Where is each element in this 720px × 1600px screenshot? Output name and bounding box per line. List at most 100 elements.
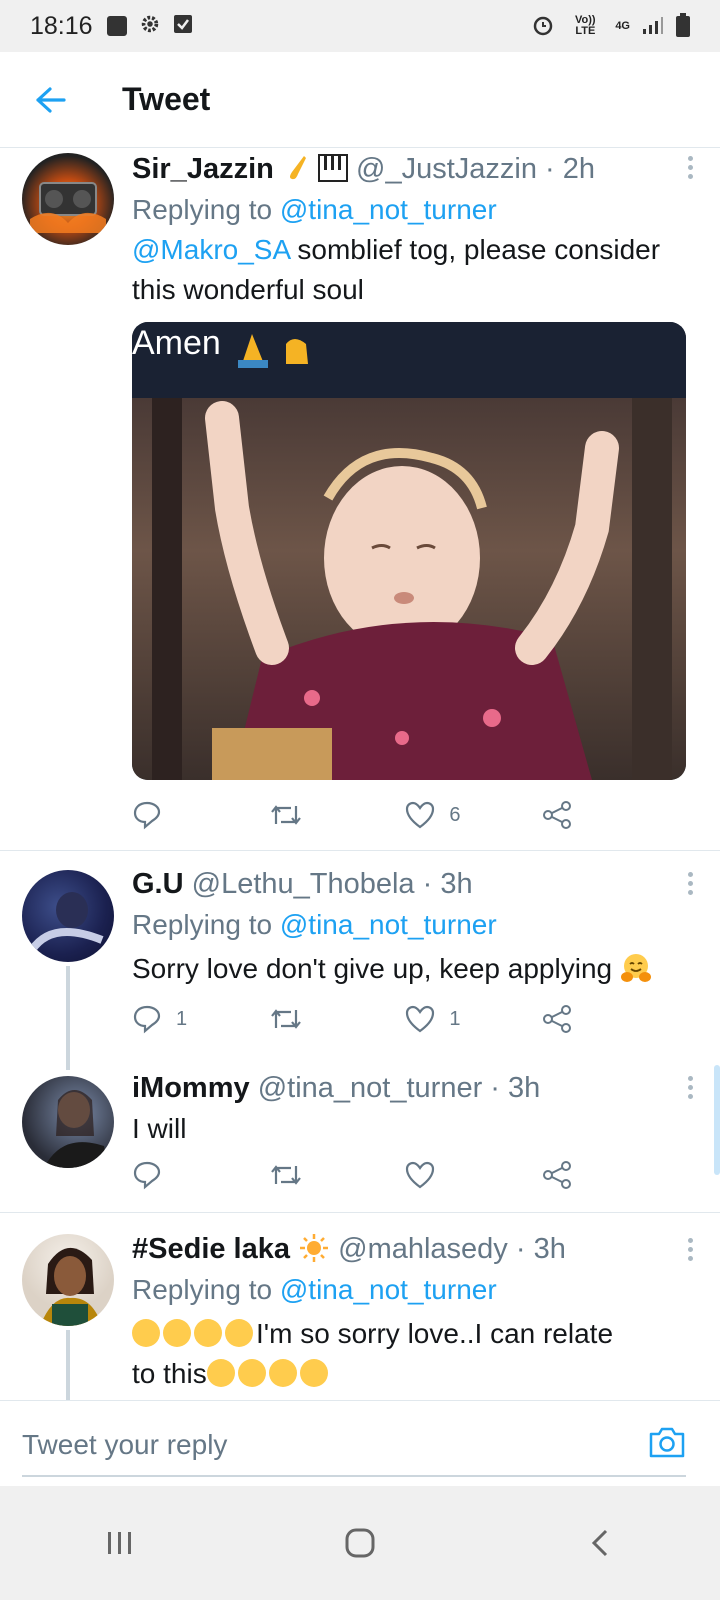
author-name[interactable]: #Sedie laka [132, 1233, 290, 1265]
author-name[interactable]: Sir_Jazzin [132, 153, 274, 185]
pensive-emoji-icon [299, 1359, 328, 1387]
gallery-notification-icon [106, 16, 127, 36]
tweet-text: Sorry love don't give up, keep applying [132, 949, 692, 989]
status-bar: 18:16 Vo)) LTE 4G [0, 0, 720, 52]
share-button[interactable] [542, 1004, 602, 1034]
back-arrow-icon [36, 86, 66, 113]
reply-composer[interactable]: Tweet your reply [0, 1400, 720, 1487]
tweet-text-line2: to this [132, 1358, 207, 1389]
reply-icon [133, 1161, 161, 1190]
baby-photo [152, 398, 672, 780]
avatar[interactable] [22, 870, 114, 962]
reply-icon [133, 801, 161, 830]
network-type-label: 4G [615, 20, 630, 32]
share-button[interactable] [542, 1160, 602, 1190]
camera-icon[interactable] [648, 1425, 686, 1464]
retweet-icon [270, 1165, 301, 1185]
chevron-left-icon [591, 1529, 608, 1557]
retweet-icon [270, 1009, 301, 1029]
replying-prefix: Replying to [132, 194, 273, 225]
tweet-time: · 2h [545, 153, 596, 185]
replying-prefix: Replying to [132, 1274, 273, 1305]
share-icon [542, 1005, 571, 1033]
like-button[interactable]: 6 [405, 801, 465, 829]
author-handle[interactable]: @tina_not_turner [258, 1072, 483, 1104]
tweet-media-image[interactable]: Amen [132, 322, 686, 780]
back-button[interactable] [28, 78, 72, 122]
home-button[interactable] [330, 1513, 390, 1573]
hugging-face-emoji-icon [620, 952, 652, 984]
tweet-item[interactable]: iMommy @tina_not_turner · 3h I will [0, 1062, 720, 1212]
tweet-item[interactable]: Sir_Jazzin @_JustJazzin · 2h Replying to… [0, 148, 720, 850]
scroll-indicator[interactable] [714, 1065, 720, 1175]
share-icon [542, 1161, 571, 1189]
more-options-button[interactable] [686, 872, 694, 895]
tweet-time: · 3h [515, 1233, 566, 1265]
retweet-button[interactable] [269, 800, 329, 830]
author-name[interactable]: G.U [132, 868, 184, 900]
tweet-time: · 3h [490, 1072, 541, 1104]
tweet-text: @Makro_SA somblief tog, please consider … [132, 230, 692, 310]
reply-button[interactable] [132, 1160, 192, 1190]
praying-hands-emoji-icon [234, 330, 330, 375]
alarm-icon [531, 13, 555, 40]
avatar[interactable] [22, 1076, 114, 1168]
like-button[interactable] [405, 1161, 465, 1189]
author-handle[interactable]: @Lethu_Thobela [192, 868, 415, 900]
pensive-emoji-icon [268, 1359, 297, 1387]
battery-icon [676, 12, 690, 40]
more-options-button[interactable] [686, 156, 694, 179]
reply-count: 1 [176, 1007, 188, 1030]
mention-link[interactable]: @Makro_SA [132, 234, 290, 265]
tweet-text: I'm so sorry love..I can relate to this [132, 1314, 692, 1394]
piano-emoji-icon [317, 153, 348, 183]
recent-apps-button[interactable] [90, 1513, 150, 1573]
replying-to-link[interactable]: @tina_not_turner [280, 909, 497, 940]
status-time: 18:16 [30, 11, 93, 40]
tweet-item[interactable]: G.U @Lethu_Thobela · 3h Replying to @tin… [0, 852, 720, 1062]
media-caption: Amen [132, 324, 221, 362]
heart-icon [406, 1161, 435, 1189]
back-nav-button[interactable] [570, 1513, 630, 1573]
saxophone-emoji-icon [282, 154, 310, 182]
replying-prefix: Replying to [132, 909, 273, 940]
tweet-text-line1: I'm so sorry love..I can relate [256, 1318, 614, 1349]
signal-icon [642, 15, 664, 38]
crying-emoji-icon [225, 1319, 253, 1347]
volte-label: Vo)) LTE [575, 14, 596, 37]
tweet-item[interactable]: #Sedie laka @mahlasedy · 3h Replying to … [0, 1214, 720, 1400]
like-button[interactable]: 1 [405, 1005, 465, 1033]
reply-input[interactable]: Tweet your reply [22, 1429, 227, 1461]
reply-input-underline [22, 1475, 686, 1477]
page-title: Tweet [122, 81, 211, 117]
divider [0, 1212, 720, 1213]
like-count: 1 [449, 1007, 461, 1030]
tweet-text: I will [132, 1109, 692, 1149]
heart-icon [406, 801, 435, 829]
more-options-button[interactable] [686, 1076, 694, 1099]
retweet-button[interactable] [269, 1160, 329, 1190]
reply-button[interactable]: 1 [132, 1004, 192, 1034]
pensive-emoji-icon [132, 1319, 160, 1347]
share-button[interactable] [542, 800, 602, 830]
system-nav-bar [0, 1486, 720, 1600]
sun-emoji-icon [298, 1232, 330, 1264]
settings-notification-icon [139, 13, 161, 40]
retweet-button[interactable] [269, 1004, 329, 1034]
replying-to-link[interactable]: @tina_not_turner [280, 194, 497, 225]
author-handle[interactable]: @_JustJazzin [356, 153, 537, 185]
retweet-icon [270, 805, 301, 825]
check-notification-icon [173, 14, 193, 39]
tired-emoji-icon [206, 1359, 235, 1387]
home-icon [345, 1528, 375, 1558]
more-options-button[interactable] [686, 1238, 694, 1261]
avatar[interactable] [22, 1234, 114, 1326]
reply-button[interactable] [132, 800, 192, 830]
share-icon [542, 801, 571, 829]
avatar[interactable] [22, 153, 114, 245]
replying-to-link[interactable]: @tina_not_turner [280, 1274, 497, 1305]
tweet-text-body: Sorry love don't give up, keep applying [132, 953, 613, 984]
author-name[interactable]: iMommy [132, 1072, 250, 1104]
author-handle[interactable]: @mahlasedy [338, 1233, 508, 1265]
crying-emoji-icon [194, 1319, 222, 1347]
